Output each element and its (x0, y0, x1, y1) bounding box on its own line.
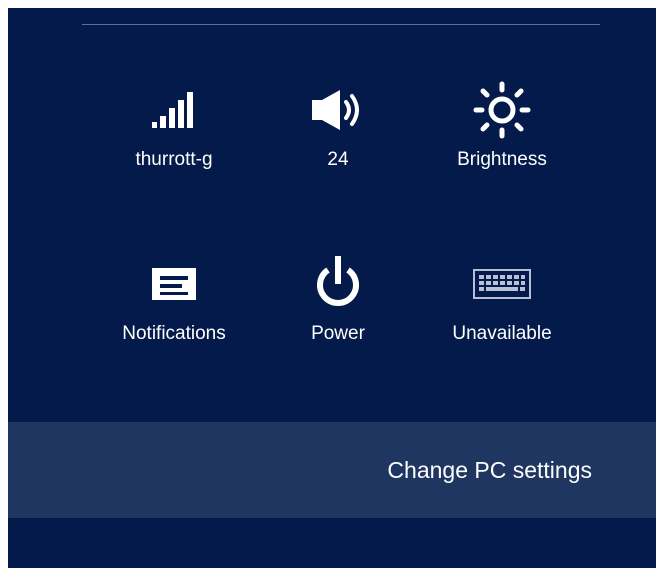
keyboard-label: Unavailable (452, 323, 552, 344)
network-tile[interactable]: thurrott-g (94, 80, 254, 200)
power-icon (258, 254, 418, 314)
power-tile[interactable]: Power (258, 254, 418, 374)
notifications-label: Notifications (122, 323, 226, 344)
brightness-label: Brightness (457, 149, 547, 170)
divider (82, 24, 600, 25)
notifications-icon (94, 254, 254, 314)
power-label: Power (311, 323, 365, 344)
brightness-icon (422, 80, 582, 140)
volume-label: 24 (327, 149, 349, 170)
network-label: thurrott-g (135, 149, 213, 170)
volume-tile[interactable]: 24 (258, 80, 418, 200)
brightness-tile[interactable]: Brightness (422, 80, 582, 200)
volume-icon (258, 80, 418, 140)
network-signal-icon (94, 80, 254, 140)
change-pc-settings-button[interactable]: Change PC settings (8, 422, 656, 518)
settings-charm-panel: thurrott-g 24 Brightness Notifications P… (8, 8, 656, 568)
notifications-tile[interactable]: Notifications (94, 254, 254, 374)
keyboard-tile: Unavailable (422, 254, 582, 374)
keyboard-icon (422, 254, 582, 314)
change-pc-settings-label: Change PC settings (387, 457, 592, 483)
